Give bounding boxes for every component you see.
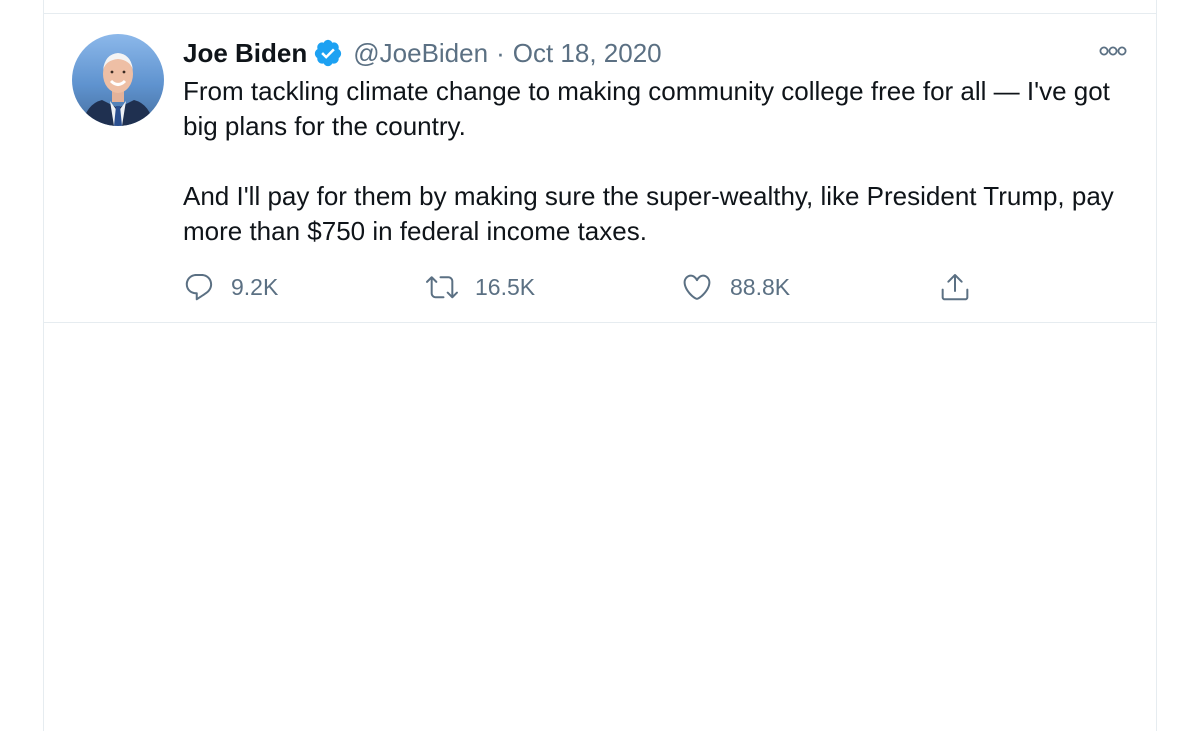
more-options-icon[interactable] [1096,41,1130,61]
reply-count: 9.2K [231,273,279,300]
retweet-count: 16.5K [475,273,536,300]
reply-button[interactable]: 9.2K [183,269,278,305]
tweet-text: From tackling climate change to making c… [183,74,1143,249]
author-name[interactable]: Joe Biden [183,38,307,69]
like-button[interactable]: 88.8K [680,269,790,305]
verified-badge-icon [313,38,343,68]
tweet-paragraph: And I'll pay for them by making sure the… [183,181,1114,246]
author-handle[interactable]: @JoeBiden [353,38,488,69]
share-button[interactable] [939,269,971,305]
avatar-portrait [82,53,154,126]
timeline-column: Joe Biden @JoeBiden · Oct 18, 2020 From … [43,0,1157,731]
retweet-button[interactable]: 16.5K [425,269,535,305]
tweet-header: Joe Biden @JoeBiden · Oct 18, 2020 [183,36,662,70]
separator-dot: · [496,37,505,68]
tweet-paragraph: From tackling climate change to making c… [183,76,1110,141]
tweet-actions: 9.2K 16.5K 88.8K [183,269,1003,305]
avatar[interactable] [72,34,164,126]
tweet-date[interactable]: Oct 18, 2020 [513,38,662,69]
retweet-icon [425,271,459,303]
tweet[interactable]: Joe Biden @JoeBiden · Oct 18, 2020 From … [44,14,1156,323]
like-count: 88.8K [730,273,791,300]
heart-icon [680,271,714,303]
share-icon [939,271,971,303]
reply-icon [183,271,215,303]
